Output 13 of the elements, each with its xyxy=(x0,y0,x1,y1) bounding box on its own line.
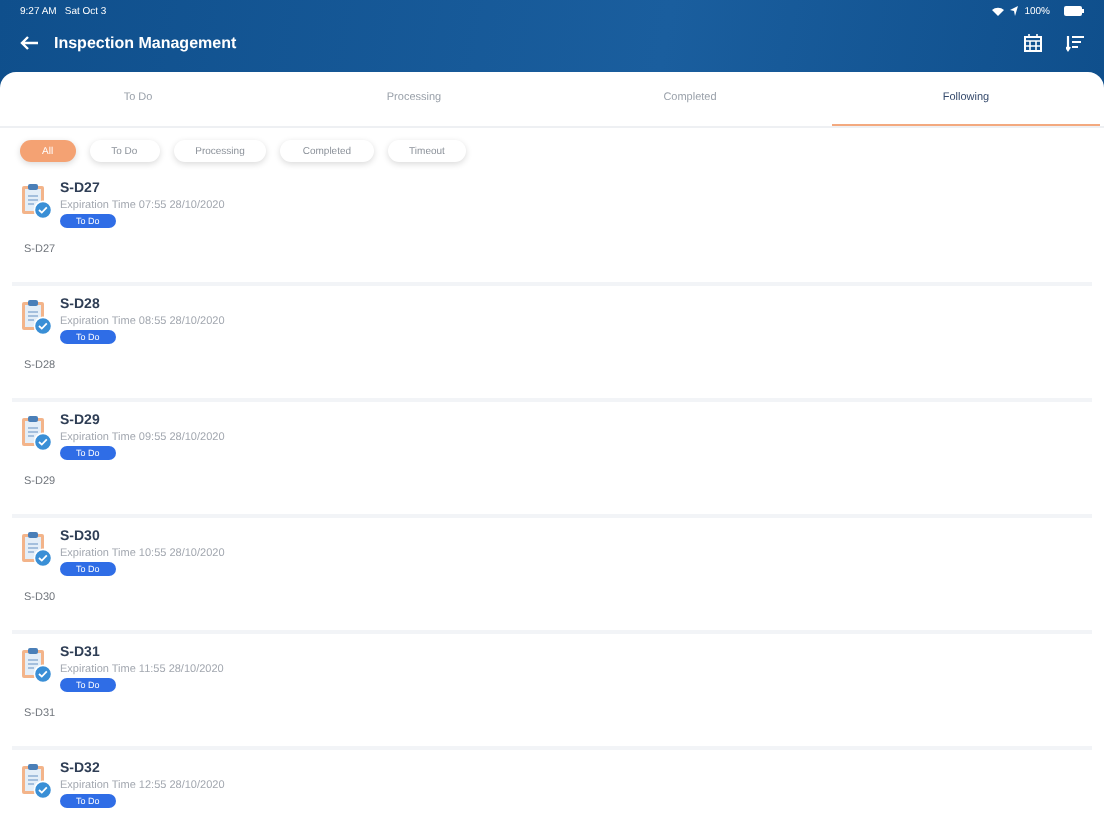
clipboard-check-icon xyxy=(20,296,52,336)
sort-icon[interactable] xyxy=(1066,33,1084,51)
location-icon xyxy=(1010,6,1019,16)
back-arrow-icon[interactable] xyxy=(20,35,38,49)
page-title: Inspection Management xyxy=(54,33,239,51)
calendar-icon[interactable] xyxy=(1024,33,1042,51)
clipboard-check-icon xyxy=(20,760,52,800)
clipboard-check-icon xyxy=(20,180,52,220)
clipboard-check-icon xyxy=(20,412,52,452)
clipboard-check-icon xyxy=(20,528,52,568)
clipboard-check-icon xyxy=(20,644,52,684)
battery-icon xyxy=(1064,6,1084,16)
wifi-icon xyxy=(992,6,1005,16)
